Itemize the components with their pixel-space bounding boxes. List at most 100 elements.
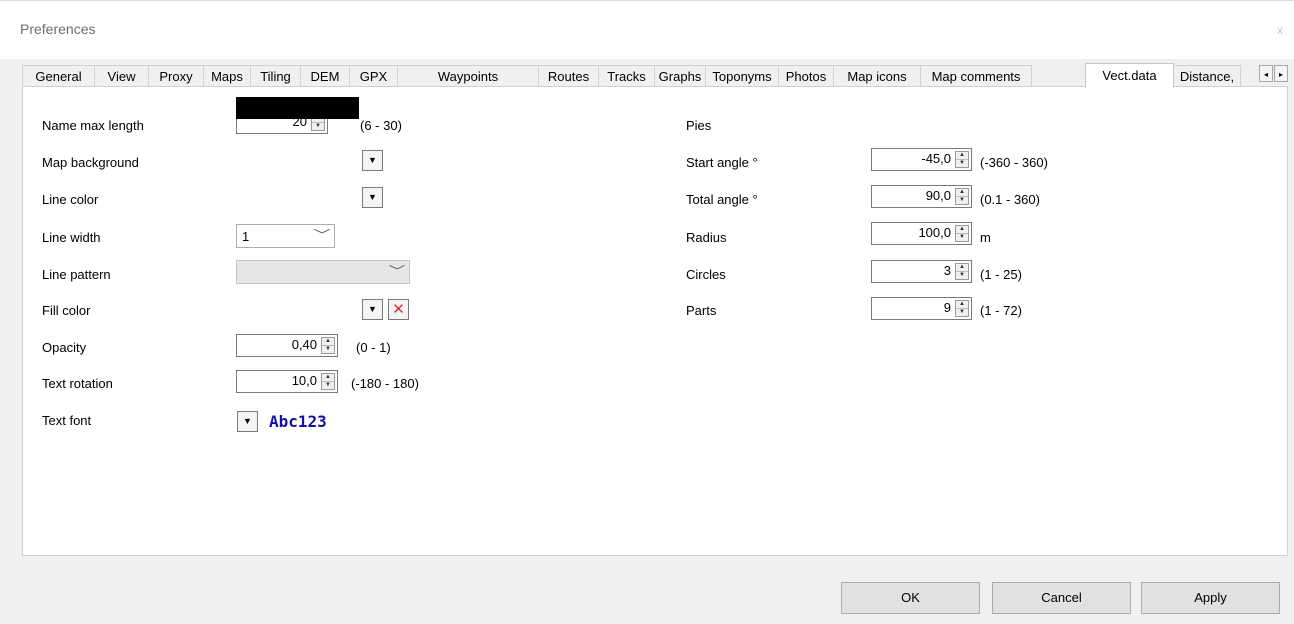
radius-unit: m: [980, 230, 991, 245]
spin-buttons[interactable]: ▲▼: [955, 263, 969, 280]
tab-toponyms[interactable]: Toponyms: [705, 65, 779, 86]
spin-buttons[interactable]: ▲▼: [955, 225, 969, 242]
pies-header: Pies: [686, 118, 712, 133]
tab-graphs[interactable]: Graphs: [654, 65, 706, 86]
title-bar: Preferences x: [0, 0, 1294, 59]
tab-vect-data[interactable]: Vect.data: [1085, 63, 1174, 88]
text-rotation-label: Text rotation: [42, 376, 113, 391]
line-width-label: Line width: [42, 230, 101, 245]
tab-scroll-buttons: ◂ ▸: [1259, 65, 1289, 82]
chevron-down-icon: ﹀: [388, 264, 406, 278]
tab-gpx[interactable]: GPX: [349, 65, 398, 86]
clear-fill-icon[interactable]: ✕: [388, 299, 409, 320]
tab-general[interactable]: General: [22, 65, 95, 86]
total-angle-value: 90,0: [925, 188, 951, 203]
spin-up-icon[interactable]: ▲: [956, 189, 968, 196]
start-angle-range: (-360 - 360): [980, 155, 1048, 170]
spin-down-icon[interactable]: ▼: [956, 159, 968, 167]
name-max-length-label: Name max length: [42, 118, 144, 133]
spin-down-icon[interactable]: ▼: [956, 233, 968, 241]
spin-down-icon[interactable]: ▼: [322, 345, 334, 353]
start-angle-stepper[interactable]: -45,0 ▲ ▼: [871, 148, 972, 171]
line-color-label: Line color: [42, 192, 99, 207]
text-rotation-range: (-180 - 180): [351, 376, 419, 391]
spin-down-icon[interactable]: ▼: [322, 381, 334, 389]
spin-up-icon[interactable]: ▲: [956, 301, 968, 308]
spin-buttons[interactable]: ▲▼: [955, 151, 969, 168]
fill-color-dropdown-icon[interactable]: ▼: [362, 299, 383, 320]
text-rotation-stepper[interactable]: 10,0 ▲ ▼: [236, 370, 338, 393]
opacity-value: 0,40: [291, 337, 317, 352]
spin-buttons[interactable]: ▲▼: [955, 300, 969, 317]
font-sample: Abc123: [269, 412, 327, 431]
tab-map-icons[interactable]: Map icons: [833, 65, 921, 86]
tab-dem[interactable]: DEM: [300, 65, 350, 86]
parts-range: (1 - 72): [980, 303, 1022, 318]
tab-waypoints[interactable]: Waypoints: [397, 65, 539, 86]
circles-range: (1 - 25): [980, 267, 1022, 282]
start-angle-value: -45,0: [921, 151, 951, 166]
close-icon[interactable]: x: [1271, 21, 1289, 39]
apply-button[interactable]: Apply: [1141, 582, 1280, 614]
parts-value: 9: [943, 300, 951, 315]
spin-down-icon[interactable]: ▼: [956, 308, 968, 316]
spin-down-icon[interactable]: ▼: [956, 196, 968, 204]
line-pattern-label: Line pattern: [42, 267, 111, 282]
preferences-window: Preferences x General View Proxy Maps Ti…: [0, 0, 1294, 624]
spin-down-icon[interactable]: ▼: [312, 122, 324, 130]
opacity-stepper[interactable]: 0,40 ▲ ▼: [236, 334, 338, 357]
tab-maps[interactable]: Maps: [203, 65, 251, 86]
vect-data-panel: [22, 86, 1288, 556]
tab-routes[interactable]: Routes: [538, 65, 599, 86]
text-font-dropdown-icon[interactable]: ▼: [237, 411, 258, 432]
total-angle-range: (0.1 - 360): [980, 192, 1040, 207]
spin-down-icon[interactable]: ▼: [956, 271, 968, 279]
chevron-down-icon: ﹀: [313, 228, 331, 242]
spin-up-icon[interactable]: ▲: [322, 338, 334, 345]
parts-label: Parts: [686, 303, 717, 318]
spin-buttons[interactable]: ▲▼: [321, 373, 335, 390]
tab-tiling[interactable]: Tiling: [250, 65, 301, 86]
circles-stepper[interactable]: 3 ▲ ▼: [871, 260, 972, 283]
tab-map-comments[interactable]: Map comments: [920, 65, 1032, 86]
opacity-range: (0 - 1): [356, 340, 391, 355]
opacity-label: Opacity: [42, 340, 87, 355]
radius-label: Radius: [686, 230, 727, 245]
line-color-swatch[interactable]: [236, 97, 359, 119]
spin-buttons[interactable]: ▲▼: [321, 337, 335, 354]
radius-stepper[interactable]: 100,0 ▲ ▼: [871, 222, 972, 245]
tab-view[interactable]: View: [94, 65, 149, 86]
total-angle-label: Total angle °: [686, 192, 758, 207]
spin-up-icon[interactable]: ▲: [956, 264, 968, 271]
text-font-label: Text font: [42, 413, 92, 428]
fill-color-label: Fill color: [42, 303, 91, 318]
scroll-left-icon[interactable]: ◂: [1259, 65, 1273, 82]
spin-up-icon[interactable]: ▲: [956, 226, 968, 233]
start-angle-label: Start angle °: [686, 155, 758, 170]
text-rotation-value: 10,0: [291, 373, 317, 388]
map-background-dropdown-icon[interactable]: ▼: [362, 150, 383, 171]
line-width-value: 1: [242, 229, 250, 244]
spin-buttons[interactable]: ▲▼: [955, 188, 969, 205]
total-angle-stepper[interactable]: 90,0 ▲ ▼: [871, 185, 972, 208]
circles-value: 3: [943, 263, 951, 278]
map-background-label: Map background: [42, 155, 139, 170]
ok-button[interactable]: OK: [841, 582, 980, 614]
scroll-right-icon[interactable]: ▸: [1274, 65, 1288, 82]
spin-up-icon[interactable]: ▲: [956, 152, 968, 159]
spin-up-icon[interactable]: ▲: [322, 374, 334, 381]
tab-proxy[interactable]: Proxy: [148, 65, 204, 86]
line-color-dropdown-icon[interactable]: ▼: [362, 187, 383, 208]
parts-stepper[interactable]: 9 ▲ ▼: [871, 297, 972, 320]
radius-value: 100,0: [918, 225, 951, 240]
tab-strip: General View Proxy Maps Tiling DEM GPX W…: [22, 63, 1289, 88]
line-pattern-select[interactable]: ﹀: [236, 260, 410, 284]
tab-photos[interactable]: Photos: [778, 65, 834, 86]
line-width-select[interactable]: 1 ﹀: [236, 224, 335, 248]
tab-distance[interactable]: Distance,: [1173, 65, 1241, 86]
circles-label: Circles: [686, 267, 726, 282]
name-max-length-range: (6 - 30): [360, 118, 402, 133]
window-title: Preferences: [20, 21, 96, 37]
cancel-button[interactable]: Cancel: [992, 582, 1131, 614]
tab-tracks[interactable]: Tracks: [598, 65, 655, 86]
